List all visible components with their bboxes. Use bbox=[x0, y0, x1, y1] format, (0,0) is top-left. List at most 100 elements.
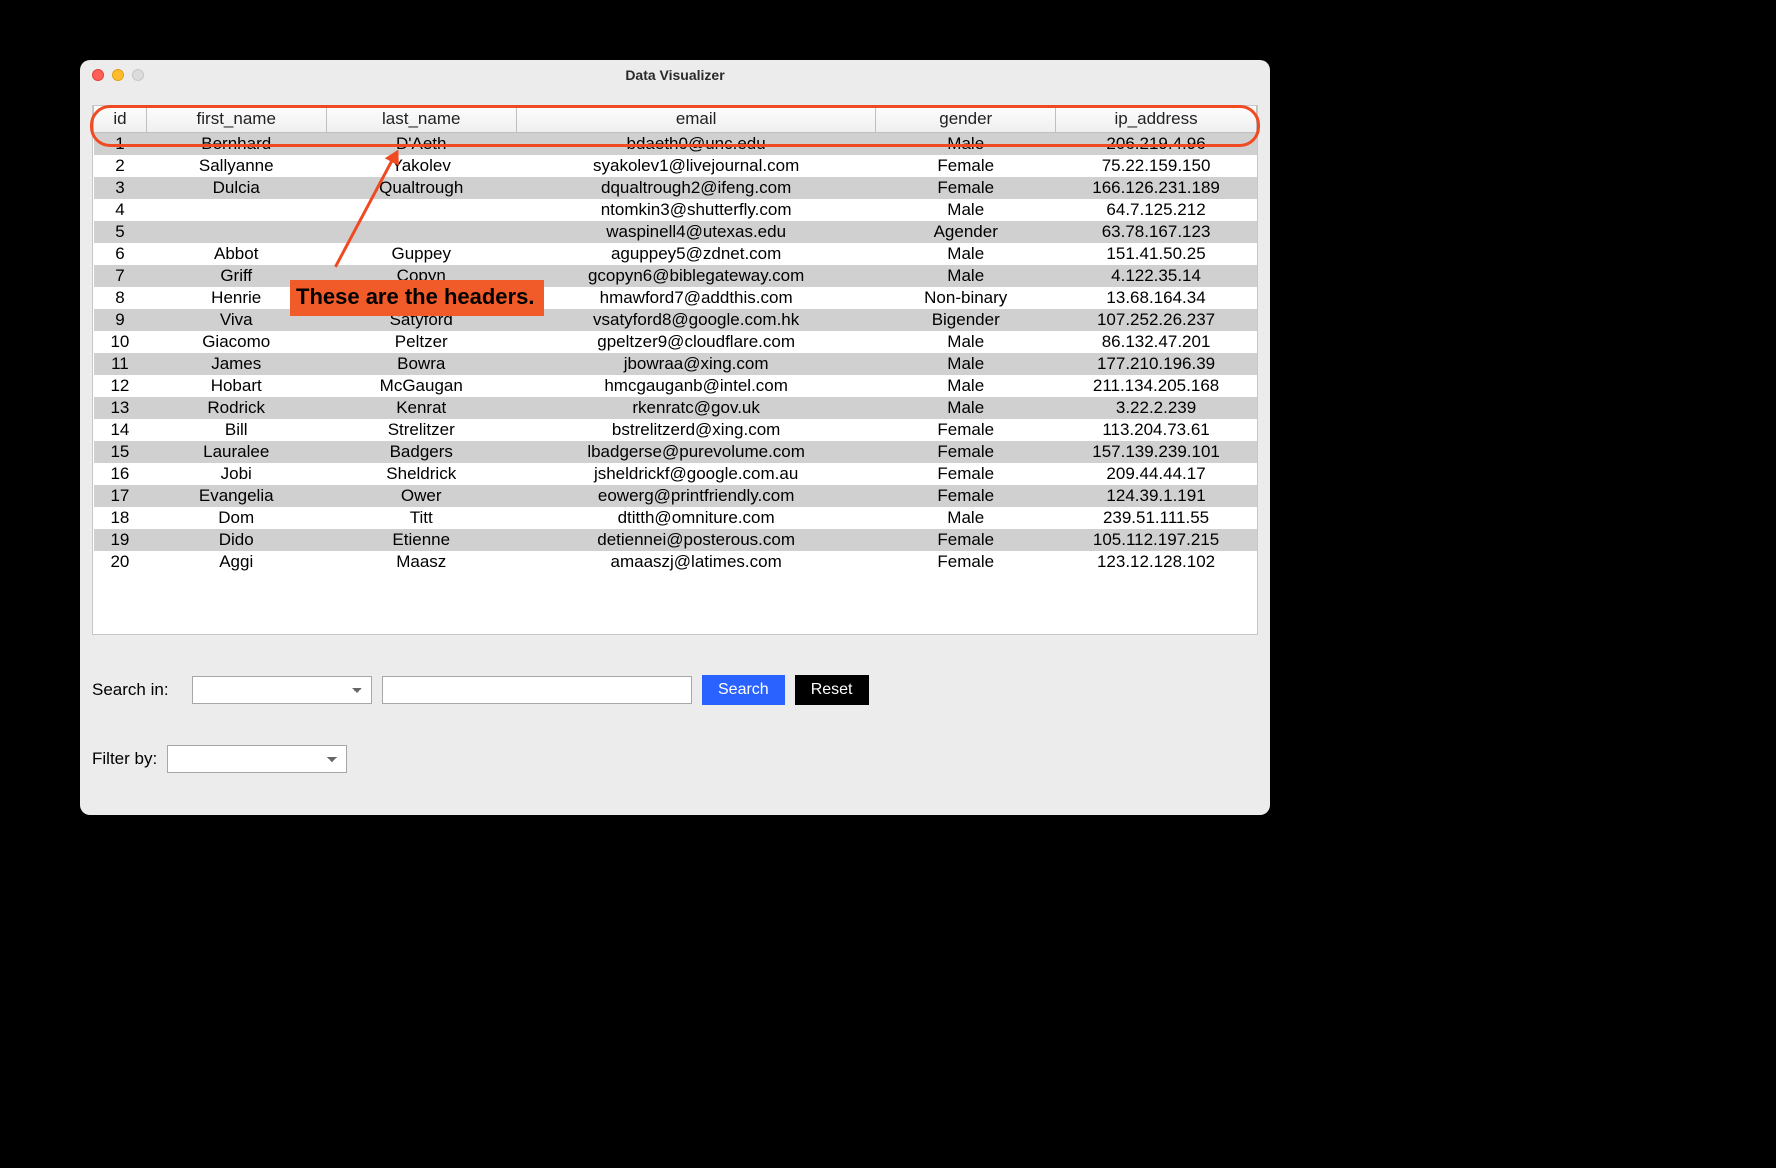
table-scroll[interactable]: id first_name last_name email gender ip_… bbox=[93, 106, 1257, 634]
cell-id: 20 bbox=[94, 551, 147, 573]
cell-email: ntomkin3@shutterfly.com bbox=[516, 199, 875, 221]
cell-last_name: Bowra bbox=[326, 353, 516, 375]
table-row[interactable]: 16JobiSheldrickjsheldrickf@google.com.au… bbox=[94, 463, 1257, 485]
header-first-name[interactable]: first_name bbox=[146, 106, 326, 133]
cell-email: rkenratc@gov.uk bbox=[516, 397, 875, 419]
cell-last_name: D'Aeth bbox=[326, 133, 516, 156]
cell-first_name: Aggi bbox=[146, 551, 326, 573]
cell-ip_address: 211.134.205.168 bbox=[1056, 375, 1257, 397]
cell-gender: Female bbox=[876, 419, 1056, 441]
table-row[interactable]: 6AbbotGuppeyaguppey5@zdnet.comMale151.41… bbox=[94, 243, 1257, 265]
cell-ip_address: 166.126.231.189 bbox=[1056, 177, 1257, 199]
table-row[interactable]: 4ntomkin3@shutterfly.comMale64.7.125.212 bbox=[94, 199, 1257, 221]
cell-ip_address: 124.39.1.191 bbox=[1056, 485, 1257, 507]
cell-first_name: Evangelia bbox=[146, 485, 326, 507]
search-controls: Search in: Search Reset bbox=[92, 675, 1258, 705]
search-in-label: Search in: bbox=[92, 680, 182, 700]
cell-id: 16 bbox=[94, 463, 147, 485]
cell-gender: Female bbox=[876, 463, 1056, 485]
cell-id: 4 bbox=[94, 199, 147, 221]
table-row[interactable]: 15LauraleeBadgerslbadgerse@purevolume.co… bbox=[94, 441, 1257, 463]
table-row[interactable]: 9VivaSatyfordvsatyford8@google.com.hkBig… bbox=[94, 309, 1257, 331]
cell-id: 15 bbox=[94, 441, 147, 463]
cell-id: 11 bbox=[94, 353, 147, 375]
header-last-name[interactable]: last_name bbox=[326, 106, 516, 133]
cell-gender: Female bbox=[876, 177, 1056, 199]
table-row[interactable]: 14BillStrelitzerbstrelitzerd@xing.comFem… bbox=[94, 419, 1257, 441]
header-ip-address[interactable]: ip_address bbox=[1056, 106, 1257, 133]
table-row[interactable]: 7GriffCopyngcopyn6@biblegateway.comMale4… bbox=[94, 265, 1257, 287]
cell-ip_address: 157.139.239.101 bbox=[1056, 441, 1257, 463]
header-row: id first_name last_name email gender ip_… bbox=[94, 106, 1257, 133]
cell-email: bstrelitzerd@xing.com bbox=[516, 419, 875, 441]
search-query-input[interactable] bbox=[382, 676, 692, 704]
cell-last_name bbox=[326, 221, 516, 243]
cell-ip_address: 206.219.4.96 bbox=[1056, 133, 1257, 156]
cell-email: vsatyford8@google.com.hk bbox=[516, 309, 875, 331]
cell-first_name bbox=[146, 199, 326, 221]
table-row[interactable]: 13RodrickKenratrkenratc@gov.ukMale3.22.2… bbox=[94, 397, 1257, 419]
cell-gender: Female bbox=[876, 529, 1056, 551]
window-content: id first_name last_name email gender ip_… bbox=[80, 90, 1270, 785]
cell-gender: Male bbox=[876, 133, 1056, 156]
cell-id: 6 bbox=[94, 243, 147, 265]
cell-id: 9 bbox=[94, 309, 147, 331]
table-row[interactable]: 1BernhardD'Aethbdaeth0@unc.eduMale206.21… bbox=[94, 133, 1257, 156]
search-in-select[interactable] bbox=[192, 676, 372, 704]
cell-ip_address: 86.132.47.201 bbox=[1056, 331, 1257, 353]
reset-button[interactable]: Reset bbox=[795, 675, 869, 705]
cell-gender: Male bbox=[876, 353, 1056, 375]
cell-last_name: Yakolev bbox=[326, 155, 516, 177]
header-id[interactable]: id bbox=[94, 106, 147, 133]
cell-email: amaaszj@latimes.com bbox=[516, 551, 875, 573]
table-row[interactable]: 11JamesBowrajbowraa@xing.comMale177.210.… bbox=[94, 353, 1257, 375]
cell-id: 14 bbox=[94, 419, 147, 441]
header-gender[interactable]: gender bbox=[876, 106, 1056, 133]
cell-email: detiennei@posterous.com bbox=[516, 529, 875, 551]
cell-ip_address: 75.22.159.150 bbox=[1056, 155, 1257, 177]
cell-first_name: Sallyanne bbox=[146, 155, 326, 177]
table-row[interactable]: 19DidoEtiennedetiennei@posterous.comFema… bbox=[94, 529, 1257, 551]
cell-email: dqualtrough2@ifeng.com bbox=[516, 177, 875, 199]
cell-first_name: James bbox=[146, 353, 326, 375]
cell-email: aguppey5@zdnet.com bbox=[516, 243, 875, 265]
table-row[interactable]: 18DomTittdtitth@omniture.comMale239.51.1… bbox=[94, 507, 1257, 529]
cell-email: bdaeth0@unc.edu bbox=[516, 133, 875, 156]
cell-email: syakolev1@livejournal.com bbox=[516, 155, 875, 177]
header-email[interactable]: email bbox=[516, 106, 875, 133]
cell-ip_address: 113.204.73.61 bbox=[1056, 419, 1257, 441]
cell-gender: Female bbox=[876, 441, 1056, 463]
cell-email: lbadgerse@purevolume.com bbox=[516, 441, 875, 463]
filter-by-select[interactable] bbox=[167, 745, 347, 773]
app-window: Data Visualizer id first_name last_name … bbox=[80, 60, 1270, 815]
cell-id: 12 bbox=[94, 375, 147, 397]
cell-last_name: Kenrat bbox=[326, 397, 516, 419]
table-row[interactable]: 10GiacomoPeltzergpeltzer9@cloudflare.com… bbox=[94, 331, 1257, 353]
search-button[interactable]: Search bbox=[702, 675, 785, 705]
cell-id: 3 bbox=[94, 177, 147, 199]
cell-last_name: Qualtrough bbox=[326, 177, 516, 199]
table-row[interactable]: 3DulciaQualtroughdqualtrough2@ifeng.comF… bbox=[94, 177, 1257, 199]
cell-gender: Female bbox=[876, 551, 1056, 573]
table-row[interactable]: 20AggiMaaszamaaszj@latimes.comFemale123.… bbox=[94, 551, 1257, 573]
cell-first_name: Lauralee bbox=[146, 441, 326, 463]
cell-ip_address: 209.44.44.17 bbox=[1056, 463, 1257, 485]
traffic-lights bbox=[92, 69, 144, 81]
cell-first_name: Giacomo bbox=[146, 331, 326, 353]
minimize-window-icon[interactable] bbox=[112, 69, 124, 81]
cell-gender: Female bbox=[876, 155, 1056, 177]
table-row[interactable]: 5waspinell4@utexas.eduAgender63.78.167.1… bbox=[94, 221, 1257, 243]
table-row[interactable]: 8HenrieMawfordhmawford7@addthis.comNon-b… bbox=[94, 287, 1257, 309]
table-row[interactable]: 17EvangeliaOwereowerg@printfriendly.comF… bbox=[94, 485, 1257, 507]
cell-email: dtitth@omniture.com bbox=[516, 507, 875, 529]
cell-id: 17 bbox=[94, 485, 147, 507]
close-window-icon[interactable] bbox=[92, 69, 104, 81]
table-row[interactable]: 2SallyanneYakolevsyakolev1@livejournal.c… bbox=[94, 155, 1257, 177]
cell-id: 2 bbox=[94, 155, 147, 177]
cell-first_name: Henrie bbox=[146, 287, 326, 309]
cell-gender: Female bbox=[876, 485, 1056, 507]
table-row[interactable]: 12HobartMcGauganhmcgauganb@intel.comMale… bbox=[94, 375, 1257, 397]
cell-first_name: Rodrick bbox=[146, 397, 326, 419]
cell-ip_address: 63.78.167.123 bbox=[1056, 221, 1257, 243]
maximize-window-icon[interactable] bbox=[132, 69, 144, 81]
